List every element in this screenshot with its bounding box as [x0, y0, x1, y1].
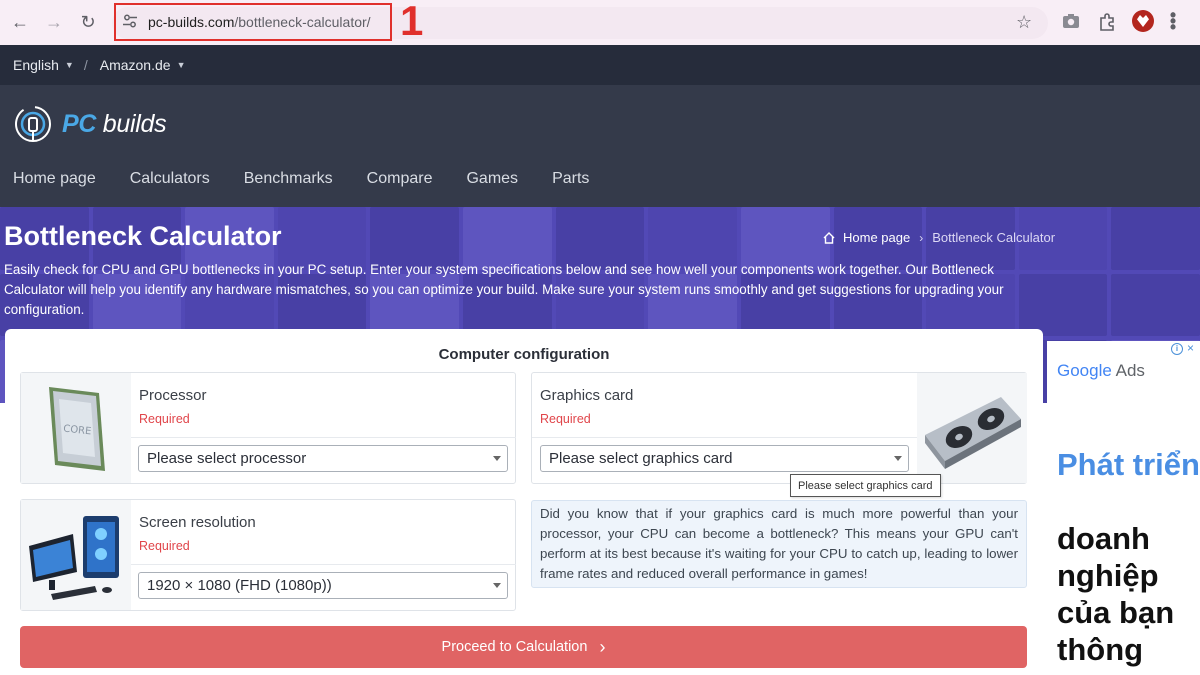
bottleneck-info-box: Did you know that if your graphics card …: [531, 500, 1027, 588]
dropdown-arrow-icon: [493, 583, 501, 588]
nav-benchmarks[interactable]: Benchmarks: [244, 170, 333, 188]
processor-image-pane: CORE: [21, 373, 131, 483]
back-icon[interactable]: ←: [3, 6, 37, 40]
breadcrumb-current: Bottleneck Calculator: [932, 230, 1056, 245]
processor-select[interactable]: Please select processor: [138, 445, 508, 472]
screen-resolution-required: Required: [139, 539, 190, 553]
resolution-image-pane: [21, 500, 131, 610]
ad-close-icon[interactable]: ×: [1187, 341, 1194, 355]
bookmark-star-icon[interactable]: ☆: [1016, 12, 1032, 33]
chevron-right-icon: ›: [919, 230, 924, 245]
logo-text: PC builds: [62, 109, 167, 139]
chevron-down-icon: ▼: [176, 60, 186, 70]
graphics-card-tooltip: Please select graphics card: [790, 474, 941, 497]
configuration-title: Computer configuration: [438, 346, 610, 363]
graphics-card-required: Required: [540, 412, 591, 426]
ad-info-icon[interactable]: i: [1171, 343, 1183, 355]
site-logo[interactable]: PC builds: [12, 103, 167, 145]
processor-field: CORE Processor Required Please select pr…: [20, 372, 516, 484]
reload-icon[interactable]: ↻: [71, 6, 105, 40]
ad-brand-google: Google: [1057, 361, 1112, 380]
camera-icon[interactable]: [1060, 10, 1082, 32]
chevron-down-icon: ▼: [64, 60, 74, 70]
store-selector[interactable]: Amazon.de: [100, 57, 171, 73]
nav-parts[interactable]: Parts: [552, 170, 589, 188]
graphics-card-image-pane: [917, 373, 1027, 483]
dropdown-arrow-icon: [493, 456, 501, 461]
menu-icon[interactable]: • • •: [1168, 6, 1178, 36]
url-highlight-box: [114, 3, 392, 41]
screen-resolution-select[interactable]: 1920 × 1080 (FHD (1080p)): [138, 572, 508, 599]
logo-icon: [15, 106, 51, 142]
graphics-card-label: Graphics card: [540, 387, 634, 404]
processor-divider: [131, 437, 516, 438]
gpu-image: [925, 397, 1021, 469]
ad-brand-ads: Ads: [1115, 361, 1145, 380]
browser-actions: • • •: [1060, 6, 1178, 36]
ad-headline-blue: Phát triển: [1057, 447, 1200, 482]
screen-resolution-field: Screen resolution Required 1920 × 1080 (…: [20, 499, 516, 611]
language-selector[interactable]: English: [13, 57, 59, 73]
profile-avatar[interactable]: [1132, 10, 1154, 32]
pc-setup-image: [29, 516, 119, 600]
graphics-card-select-text: Please select graphics card: [549, 450, 733, 467]
nav-home[interactable]: Home page: [13, 170, 96, 188]
home-icon: [823, 231, 835, 244]
ad-brand: Google Ads: [1057, 361, 1145, 381]
proceed-button-label: Proceed to Calculation: [441, 639, 588, 655]
page-title: Bottleneck Calculator: [4, 221, 282, 251]
processor-select-text: Please select processor: [147, 450, 307, 467]
locale-bar: English ▼ / Amazon.de ▼: [0, 45, 1200, 85]
nav-compare[interactable]: Compare: [367, 170, 433, 188]
annotation-number: 1: [400, 0, 424, 44]
screen-resolution-label: Screen resolution: [139, 514, 256, 531]
cpu-chip-image: CORE: [49, 387, 105, 471]
processor-required: Required: [139, 412, 190, 426]
page-description: Easily check for CPU and GPU bottlenecks…: [4, 262, 1004, 317]
screen-resolution-divider: [131, 564, 516, 565]
logo-pc: PC: [62, 109, 97, 138]
ad-headline-dark: doanh nghiệp của bạn thông: [1057, 521, 1175, 667]
main-navigation: Home page Calculators Benchmarks Compare…: [13, 170, 589, 188]
breadcrumb-home[interactable]: Home page: [843, 230, 910, 245]
locale-separator: /: [83, 57, 88, 73]
nav-games[interactable]: Games: [466, 170, 518, 188]
breadcrumb: Home page › Bottleneck Calculator: [822, 230, 1055, 245]
extensions-icon[interactable]: [1096, 10, 1118, 32]
forward-icon[interactable]: →: [37, 6, 71, 40]
nav-calculators[interactable]: Calculators: [130, 170, 210, 188]
graphics-card-select[interactable]: Please select graphics card: [540, 445, 909, 472]
dropdown-arrow-icon: [894, 456, 902, 461]
processor-label: Processor: [139, 387, 207, 404]
logo-builds: builds: [102, 109, 167, 138]
graphics-card-field: Graphics card Required Please select gra…: [531, 372, 1027, 484]
proceed-button[interactable]: Proceed to Calculation ›: [20, 626, 1027, 668]
screen-resolution-select-text: 1920 × 1080 (FHD (1080p)): [147, 577, 332, 594]
site-header: PC builds Home page Calculators Benchmar…: [0, 85, 1200, 207]
chevron-right-icon: ›: [599, 636, 606, 657]
graphics-card-divider: [532, 437, 917, 438]
